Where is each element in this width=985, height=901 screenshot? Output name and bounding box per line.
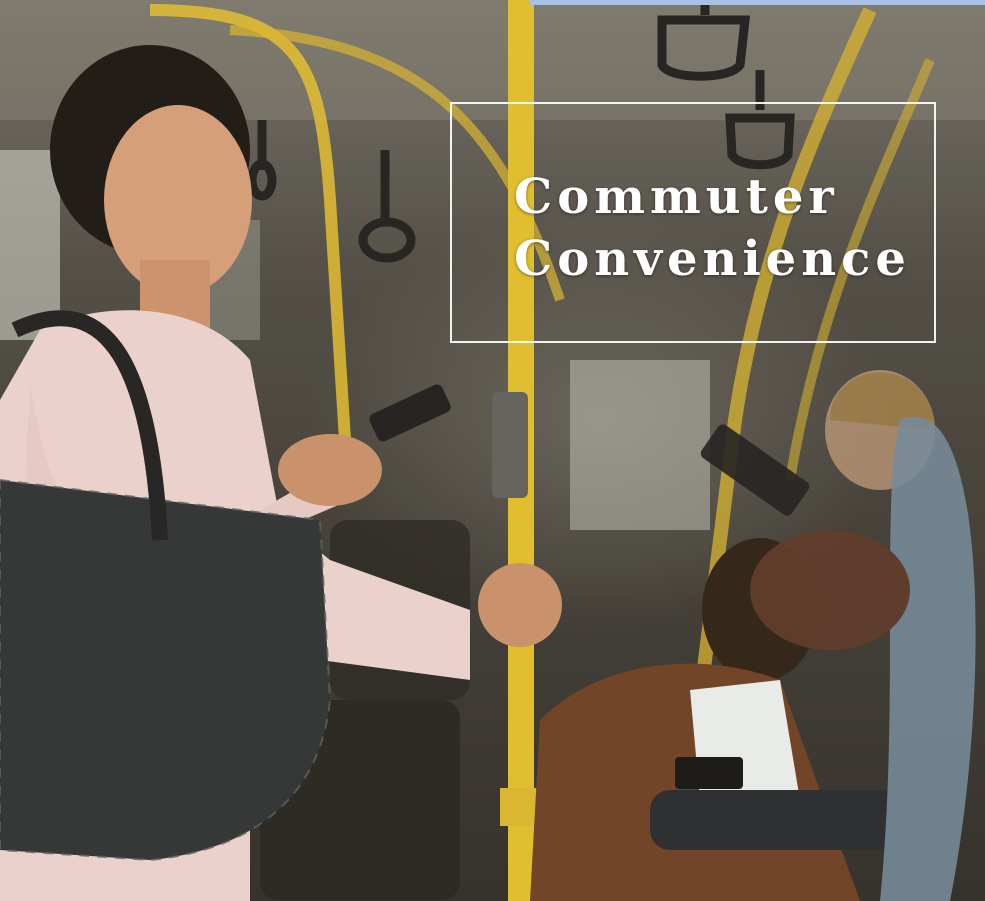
hero-title-line-2: Convenience [514,231,911,287]
hero-photo: Commuter Convenience [0,0,985,901]
hero-title-line-1: Commuter [514,169,839,225]
hero-title: Commuter Convenience [514,166,911,290]
top-accent-strip [530,0,985,5]
title-frame: Commuter Convenience [450,102,936,343]
